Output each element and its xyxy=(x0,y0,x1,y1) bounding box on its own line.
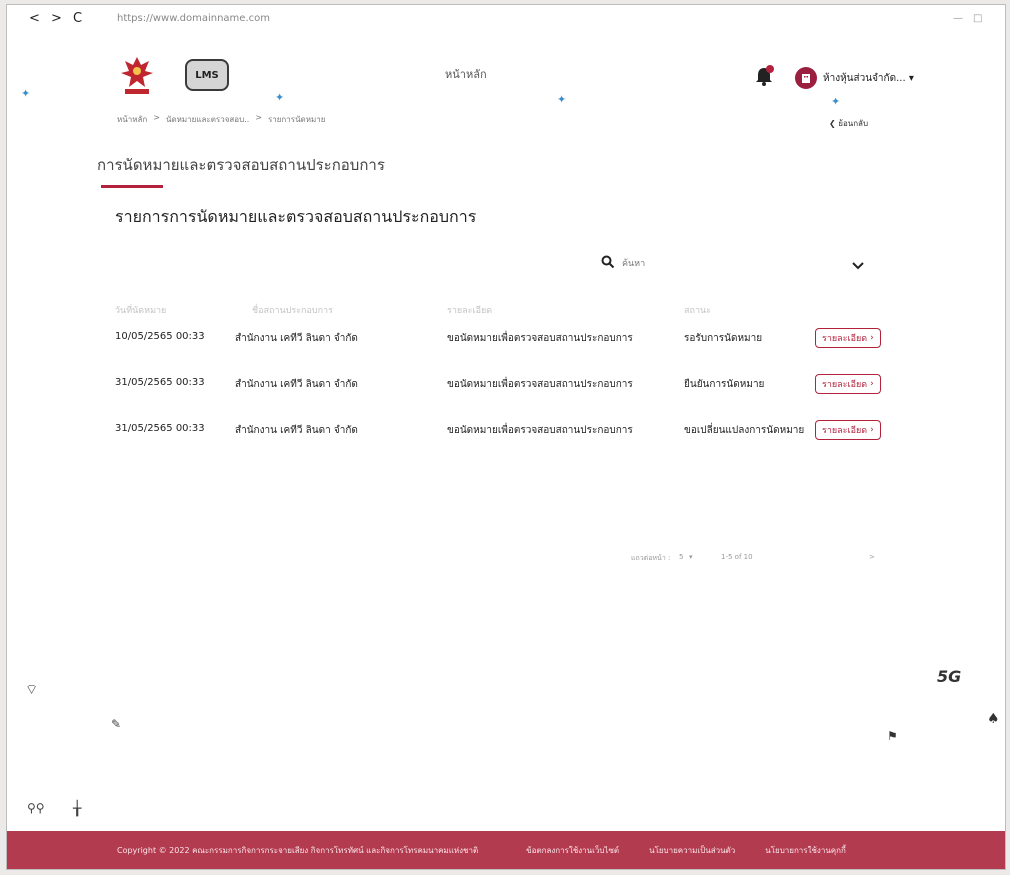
breadcrumb-separator: > xyxy=(255,113,262,122)
row-date: 31/05/2565 00:33 xyxy=(115,377,205,388)
back-label: ย้อนกลับ xyxy=(838,119,869,128)
maximize-icon[interactable]: □ xyxy=(973,13,982,24)
lms-logo-text: LMS xyxy=(195,69,219,81)
column-header-date: วันที่นัดหมาย xyxy=(115,306,167,316)
row-date: 10/05/2565 00:33 xyxy=(115,331,205,342)
tree-icon: ♠ xyxy=(987,711,1000,727)
pin-icon: ✎ xyxy=(111,717,122,731)
back-link[interactable]: ❮ ย้อนกลับ xyxy=(829,117,868,130)
table-row: 31/05/2565 00:33 สำนักงาน เคทีวี ลินดา จ… xyxy=(7,369,1005,399)
footer: Copyright © 2022 คณะกรรมการกิจการกระจายเ… xyxy=(7,831,1005,869)
wifi-icon: ⌔ xyxy=(25,682,39,698)
tower-icon: ╁ xyxy=(73,801,82,817)
footer-link-privacy[interactable]: นโยบายความเป็นส่วนตัว xyxy=(649,844,735,857)
column-header-detail: รายละเอียด xyxy=(447,306,493,316)
flag-icon: ⚑ xyxy=(887,729,898,743)
row-company: สำนักงาน เคทีวี ลินดา จำกัด xyxy=(235,333,358,344)
rows-per-page-label: แถวต่อหน้า : xyxy=(631,554,671,562)
user-menu[interactable]: ห้างหุ้นส่วนจำกัด... ▾ xyxy=(823,71,914,86)
footer-link-cookies[interactable]: นโยบายการใช้งานคุกกี้ xyxy=(765,844,846,857)
row-company: สำนักงาน เคทีวี ลินดา จำกัด xyxy=(235,425,358,436)
search-icon[interactable] xyxy=(601,255,615,269)
section-title: รายการการนัดหมายและตรวจสอบสถานประกอบการ xyxy=(115,207,477,226)
detail-button[interactable]: รายละเอียด › xyxy=(815,328,881,348)
next-page-button[interactable]: > xyxy=(869,553,875,561)
caret-down-icon: ▾ xyxy=(908,73,914,84)
row-detail: ขอนัดหมายเพื่อตรวจสอบสถานประกอบการ xyxy=(447,379,633,390)
column-header-company: ชื่อสถานประกอบการ xyxy=(252,306,333,316)
footer-link-terms[interactable]: ข้อตกลงการใช้งานเว็บไซต์ xyxy=(526,844,619,857)
row-date: 31/05/2565 00:33 xyxy=(115,423,205,434)
lms-logo: LMS xyxy=(185,59,229,91)
detail-button-label: รายละเอียด xyxy=(822,334,868,344)
caret-down-icon[interactable]: ▾ xyxy=(689,553,693,561)
rows-per-page-select[interactable]: 5 xyxy=(679,553,683,561)
sparkle-icon: ✦ xyxy=(557,93,567,106)
table-row: 10/05/2565 00:33 สำนักงาน เคทีวี ลินดา จ… xyxy=(7,323,1005,353)
chevron-right-icon: › xyxy=(870,333,874,343)
pagination-range: 1-5 of 10 xyxy=(721,553,753,561)
notification-bell-icon[interactable] xyxy=(754,65,774,87)
people-icon: ⚲⚲ xyxy=(27,801,45,815)
search-input[interactable] xyxy=(622,255,742,273)
row-company: สำนักงาน เคทีวี ลินดา จำกัด xyxy=(235,379,358,390)
app-window: < > C https://www.domainname.com — □ LMS… xyxy=(6,4,1006,870)
sparkle-icon: ✦ xyxy=(21,87,31,100)
chevron-right-icon: › xyxy=(870,425,874,435)
forward-nav-button[interactable]: > xyxy=(51,11,62,26)
row-status: รอรับการนัดหมาย xyxy=(684,333,763,344)
sparkle-icon: ✦ xyxy=(831,95,841,108)
user-name: ห้างหุ้นส่วนจำกัด... xyxy=(823,73,906,84)
browser-bar: < > C https://www.domainname.com — □ xyxy=(7,5,1005,35)
row-detail: ขอนัดหมายเพื่อตรวจสอบสถานประกอบการ xyxy=(447,425,633,436)
column-header-status: สถานะ xyxy=(684,306,711,316)
breadcrumb-home[interactable]: หน้าหลัก xyxy=(117,113,147,126)
url-bar[interactable]: https://www.domainname.com xyxy=(117,13,270,24)
breadcrumb-current: รายการนัดหมาย xyxy=(267,115,326,124)
garuda-emblem-logo xyxy=(121,57,153,94)
5g-icon: 5G xyxy=(937,667,962,686)
footer-copyright: Copyright © 2022 คณะกรรมการกิจการกระจายเ… xyxy=(117,845,479,855)
breadcrumb-appointments[interactable]: นัดหมายและตรวจสอบ.. xyxy=(166,113,249,126)
reload-button[interactable]: C xyxy=(73,11,82,26)
minimize-icon[interactable]: — xyxy=(953,13,963,24)
chevron-left-icon: ❮ xyxy=(829,119,836,128)
detail-button[interactable]: รายละเอียด › xyxy=(815,420,881,440)
back-nav-button[interactable]: < xyxy=(29,11,40,26)
breadcrumb: หน้าหลัก > นัดหมายและตรวจสอบ.. > รายการน… xyxy=(117,113,325,126)
chevron-right-icon: › xyxy=(870,379,874,389)
chevron-down-icon[interactable] xyxy=(851,261,865,271)
sparkle-icon: ✦ xyxy=(275,91,285,104)
detail-button[interactable]: รายละเอียด › xyxy=(815,374,881,394)
row-status: ขอเปลี่ยนแปลงการนัดหมาย xyxy=(684,425,805,436)
building-icon xyxy=(802,74,810,83)
page-title: การนัดหมายและตรวจสอบสถานประกอบการ xyxy=(97,156,385,174)
detail-button-label: รายละเอียด xyxy=(822,380,868,390)
user-avatar[interactable] xyxy=(795,67,817,89)
title-underline xyxy=(101,185,163,188)
row-status: ยืนยันการนัดหมาย xyxy=(684,379,765,390)
detail-button-label: รายละเอียด xyxy=(822,426,868,436)
breadcrumb-separator: > xyxy=(153,113,160,122)
row-detail: ขอนัดหมายเพื่อตรวจสอบสถานประกอบการ xyxy=(447,333,633,344)
table-row: 31/05/2565 00:33 สำนักงาน เคทีวี ลินดา จ… xyxy=(7,415,1005,445)
home-nav-link[interactable]: หน้าหลัก xyxy=(445,65,487,83)
